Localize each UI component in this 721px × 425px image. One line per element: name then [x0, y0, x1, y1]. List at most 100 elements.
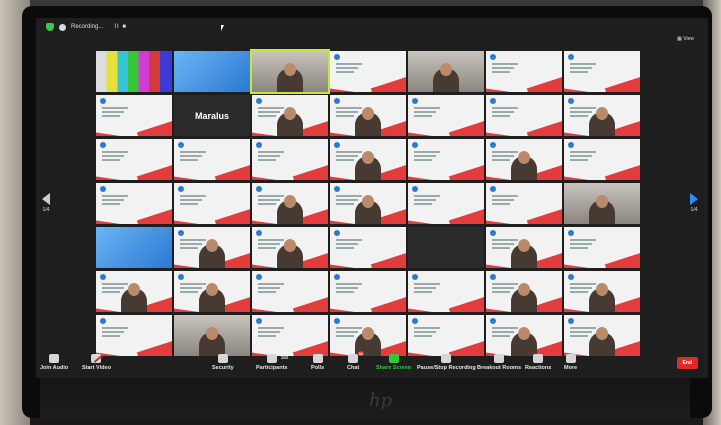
security-button[interactable]: Security — [212, 354, 234, 371]
participant-tile[interactable] — [408, 227, 484, 268]
participant-tile[interactable] — [408, 315, 484, 356]
participant-tile[interactable] — [564, 271, 640, 312]
slide-text-line — [102, 335, 120, 337]
slide-text-line — [492, 283, 518, 285]
reactions-button[interactable]: Reactions — [525, 354, 551, 371]
slide-red-band — [604, 252, 640, 268]
polls-button[interactable]: Polls — [311, 354, 324, 371]
participant-tile[interactable] — [486, 95, 562, 136]
participant-tile[interactable]: Maralus — [174, 95, 250, 136]
slide-text-line — [180, 283, 206, 285]
slide-text-line — [492, 199, 514, 201]
participant-tile[interactable] — [96, 51, 172, 92]
slide-text-line — [102, 111, 124, 113]
participant-tile[interactable] — [96, 95, 172, 136]
participant-tile[interactable] — [564, 227, 640, 268]
participant-tile[interactable] — [330, 271, 406, 312]
slide-text-line — [336, 159, 354, 161]
view-button[interactable]: ▦ View — [677, 36, 694, 42]
participant-tile[interactable] — [486, 139, 562, 180]
slide-text-line — [336, 331, 358, 333]
participant-tile[interactable] — [330, 227, 406, 268]
participant-tile[interactable] — [330, 139, 406, 180]
participant-tile[interactable] — [486, 183, 562, 224]
participant-tile[interactable] — [96, 139, 172, 180]
chat-button[interactable]: 31 Chat — [347, 351, 365, 371]
participant-tile[interactable] — [564, 183, 640, 224]
participant-tile[interactable] — [408, 95, 484, 136]
participant-tile[interactable] — [564, 139, 640, 180]
slide-text-line — [414, 199, 436, 201]
participants-button[interactable]: 162 Participants — [256, 354, 288, 371]
participant-tile[interactable] — [174, 139, 250, 180]
participant-tile[interactable] — [252, 95, 328, 136]
participant-tile[interactable] — [174, 227, 250, 268]
participant-tile[interactable] — [330, 95, 406, 136]
participant-tile[interactable] — [96, 227, 172, 268]
participant-tile[interactable] — [486, 271, 562, 312]
slide-red-band — [292, 164, 328, 180]
slide-red-band — [448, 208, 484, 224]
next-page-nav[interactable]: 1/4 — [690, 193, 698, 213]
participant-tile[interactable] — [174, 51, 250, 92]
participant-tile[interactable] — [486, 315, 562, 356]
institution-logo-icon — [334, 186, 340, 192]
join-audio-button[interactable]: Join Audio — [40, 354, 68, 371]
slide-text-line — [336, 111, 358, 113]
institution-logo-icon — [568, 274, 574, 280]
slide-text-line — [102, 203, 120, 205]
participant-tile[interactable] — [408, 183, 484, 224]
participant-tile[interactable] — [252, 271, 328, 312]
slide-text-line — [258, 151, 284, 153]
slide-red-band — [330, 87, 361, 92]
video-camera-icon — [91, 354, 103, 363]
participant-tile[interactable] — [330, 315, 406, 356]
breakout-rooms-button[interactable]: Breakout Rooms — [477, 354, 521, 371]
participant-face — [518, 327, 530, 340]
slide-red-band — [370, 76, 406, 92]
slide-text-line — [492, 151, 518, 153]
participant-tile[interactable] — [96, 183, 172, 224]
share-screen-button[interactable]: Share Screen — [376, 354, 411, 371]
start-video-button[interactable]: Start Video — [82, 354, 111, 371]
participant-tile[interactable] — [408, 139, 484, 180]
participant-tile[interactable] — [564, 315, 640, 356]
participant-tile[interactable] — [486, 51, 562, 92]
participant-tile[interactable] — [408, 271, 484, 312]
pause-stop-recording-button[interactable]: Pause/Stop Recording — [417, 354, 476, 371]
participant-tile[interactable] — [174, 183, 250, 224]
participant-tile[interactable] — [330, 183, 406, 224]
slide-red-band — [96, 131, 127, 136]
participant-tile[interactable] — [174, 315, 250, 356]
recording-indicator[interactable]: Recording... II ■ — [46, 23, 127, 31]
previous-page-nav[interactable]: 1/4 — [42, 193, 50, 213]
participant-tile[interactable] — [486, 227, 562, 268]
participant-tile[interactable] — [564, 51, 640, 92]
participants-icon: 162 — [266, 354, 288, 363]
participant-face — [596, 195, 608, 208]
participant-tile[interactable] — [564, 95, 640, 136]
recording-dot-icon — [59, 23, 66, 31]
participant-tile[interactable] — [174, 271, 250, 312]
institution-logo-icon — [334, 54, 340, 60]
slide-red-band — [292, 296, 328, 312]
participant-tile[interactable] — [252, 315, 328, 356]
smiley-icon — [533, 354, 544, 363]
participant-tile[interactable] — [96, 315, 172, 356]
participant-face — [284, 107, 296, 120]
participant-tile[interactable] — [96, 271, 172, 312]
end-meeting-button[interactable]: End — [676, 357, 698, 369]
slide-text-line — [102, 155, 124, 157]
participant-tile[interactable] — [250, 49, 330, 94]
participant-tile[interactable] — [330, 51, 406, 92]
participant-tile[interactable] — [252, 139, 328, 180]
recording-controls[interactable]: II ■ — [114, 24, 127, 30]
slide-red-band — [136, 120, 172, 136]
slide-text-line — [414, 287, 436, 289]
participant-tile[interactable] — [408, 51, 484, 92]
more-button[interactable]: More — [564, 354, 577, 371]
slide-text-line — [258, 283, 284, 285]
slide-text-line — [102, 331, 124, 333]
participant-tile[interactable] — [252, 183, 328, 224]
participant-tile[interactable] — [252, 227, 328, 268]
